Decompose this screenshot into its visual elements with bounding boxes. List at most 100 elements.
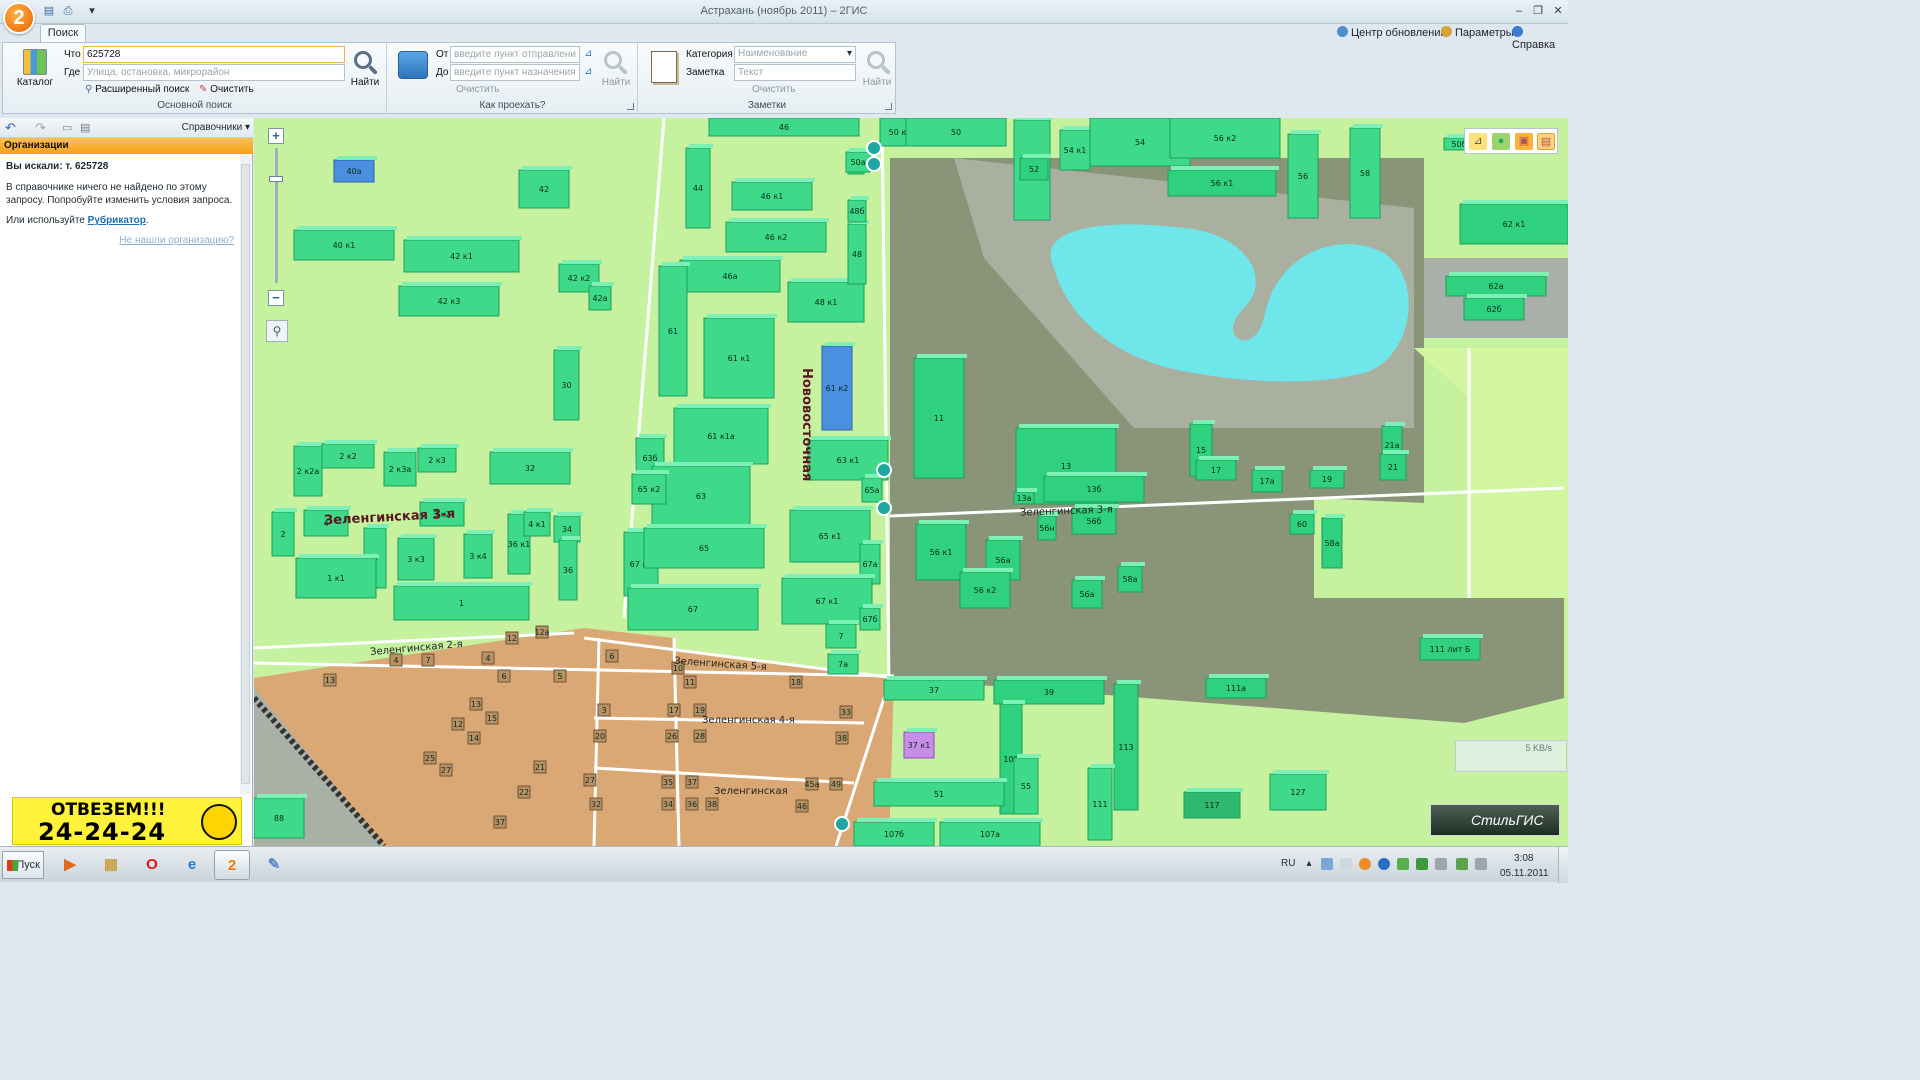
where-input[interactable] [83,64,345,81]
internet-explorer-icon[interactable]: e [174,850,210,880]
building[interactable]: 2 к3 [417,444,459,473]
bus-stop-icon[interactable] [866,140,882,156]
building[interactable]: 54 к1 [1059,126,1093,171]
building[interactable]: 11 [913,354,967,479]
2gis-taskbar-icon[interactable]: 2 [214,850,250,880]
building[interactable]: 46 к1 [731,178,815,211]
help-link[interactable]: Справка [1512,26,1568,51]
building[interactable]: 1 [393,582,532,621]
building[interactable]: 46 [708,118,862,137]
building[interactable]: 117 [1183,788,1243,819]
catalog-button[interactable]: Каталог [13,77,57,88]
house[interactable]: 18 [789,675,803,689]
building[interactable]: 30 [553,346,582,421]
zoom-track[interactable] [275,148,278,283]
house[interactable]: 26 [665,729,679,743]
building[interactable]: 55 [1013,754,1041,815]
building[interactable]: 62б [1463,294,1527,321]
update-center-link[interactable]: Центр обновлений [1337,26,1447,39]
building[interactable]: 19 [1309,466,1347,489]
from-input[interactable] [450,46,580,63]
route-search-icon[interactable] [604,51,622,69]
house[interactable]: 3 [597,703,611,717]
building[interactable]: 52 [1019,154,1051,181]
building[interactable]: 32 [489,448,573,485]
building[interactable]: 60 [1289,510,1317,535]
building[interactable]: 21 [1379,450,1409,481]
building[interactable]: 2 к3а [383,448,419,487]
what-input[interactable] [83,46,345,63]
directories-menu[interactable]: Справочники ▾ [182,122,250,133]
building[interactable]: 61 к1а [673,404,771,465]
house[interactable]: 38 [705,797,719,811]
clock-date[interactable]: 05.11.2011 [1500,868,1549,879]
house[interactable]: 27 [583,773,597,787]
bus-stop-icon[interactable] [876,462,892,478]
building[interactable]: 65 [643,524,767,569]
building[interactable]: 36 [558,536,580,601]
house[interactable]: 36 [685,797,699,811]
restore-button[interactable]: ❐ [1530,3,1546,19]
building[interactable]: 40а [333,156,377,183]
building[interactable]: 2 к2 [321,440,377,469]
building[interactable]: 107а [939,818,1043,846]
language-indicator[interactable]: RU [1281,858,1295,869]
building[interactable]: 51 [873,778,1007,807]
house[interactable]: 27 [439,763,453,777]
house[interactable]: 12 [505,631,519,645]
route-find-button[interactable]: Найти [598,77,634,88]
minimize-button[interactable]: – [1511,3,1527,19]
building[interactable]: 39 [993,676,1107,705]
building[interactable]: 56 [1287,130,1321,219]
notes-group-launcher[interactable] [885,103,892,110]
notes-search-icon[interactable] [867,51,885,69]
zoom-out-button[interactable]: − [268,290,284,306]
house[interactable]: 11 [683,675,697,689]
house[interactable]: 6 [497,669,511,683]
building[interactable]: 67 [627,584,761,631]
bus-stop-icon[interactable] [876,500,892,516]
house[interactable]: 5 [553,669,567,683]
catalog-icon[interactable] [23,49,47,75]
building[interactable]: 65а [861,474,885,503]
building[interactable]: 37 к1 [903,728,937,759]
house[interactable]: 35 [661,775,675,789]
building[interactable]: 3 к2 [419,498,467,527]
building[interactable]: 127 [1269,770,1329,811]
stilgis-logo[interactable]: СтильГИС [1430,804,1560,836]
zoom-area-icon[interactable]: ⚲ [266,320,288,342]
building[interactable]: 48 [847,220,869,285]
tray-wifi-icon[interactable] [1456,858,1468,870]
building[interactable]: 13б [1043,472,1147,503]
route-clear-link[interactable]: Очистить [456,84,500,95]
left-panel-scrollbar[interactable] [240,154,251,794]
advanced-search-link[interactable]: ⚲ Расширенный поиск [85,84,189,95]
building[interactable]: 111а [1205,674,1269,699]
house[interactable]: 38 [835,731,849,745]
parameters-link[interactable]: Параметры [1441,26,1514,39]
building[interactable]: 50 [905,118,1009,147]
ruler-icon[interactable]: ⊿ [1469,133,1487,150]
building[interactable]: 56 к2 [1169,118,1283,159]
tray-expand-icon[interactable]: ▴ [1303,858,1315,870]
house[interactable]: 34 [661,797,675,811]
category-select[interactable]: Наименование ▾ [734,46,856,63]
building[interactable]: 111 [1087,764,1115,841]
tray-speaker-icon[interactable] [1475,858,1487,870]
building[interactable]: 48б [847,196,869,223]
house[interactable]: 6 [605,649,619,663]
house[interactable]: 21 [533,760,547,774]
scrollbar-thumb[interactable] [241,164,250,784]
house[interactable]: 15 [485,711,499,725]
building[interactable]: 13а [1013,488,1037,505]
house[interactable]: 25 [423,751,437,765]
house[interactable]: 14 [467,731,481,745]
tray-antivirus-icon[interactable] [1397,858,1409,870]
house[interactable]: 28 [693,729,707,743]
building[interactable]: 61 к1 [703,314,777,399]
media-player-icon[interactable]: ▶ [52,850,88,880]
not-found-org-link[interactable]: Не нашли организацию? [6,234,234,247]
house[interactable]: 46 [795,799,809,813]
clear-search-link[interactable]: ✎ Очистить [199,84,254,95]
tray-firefox-icon[interactable] [1359,858,1371,870]
